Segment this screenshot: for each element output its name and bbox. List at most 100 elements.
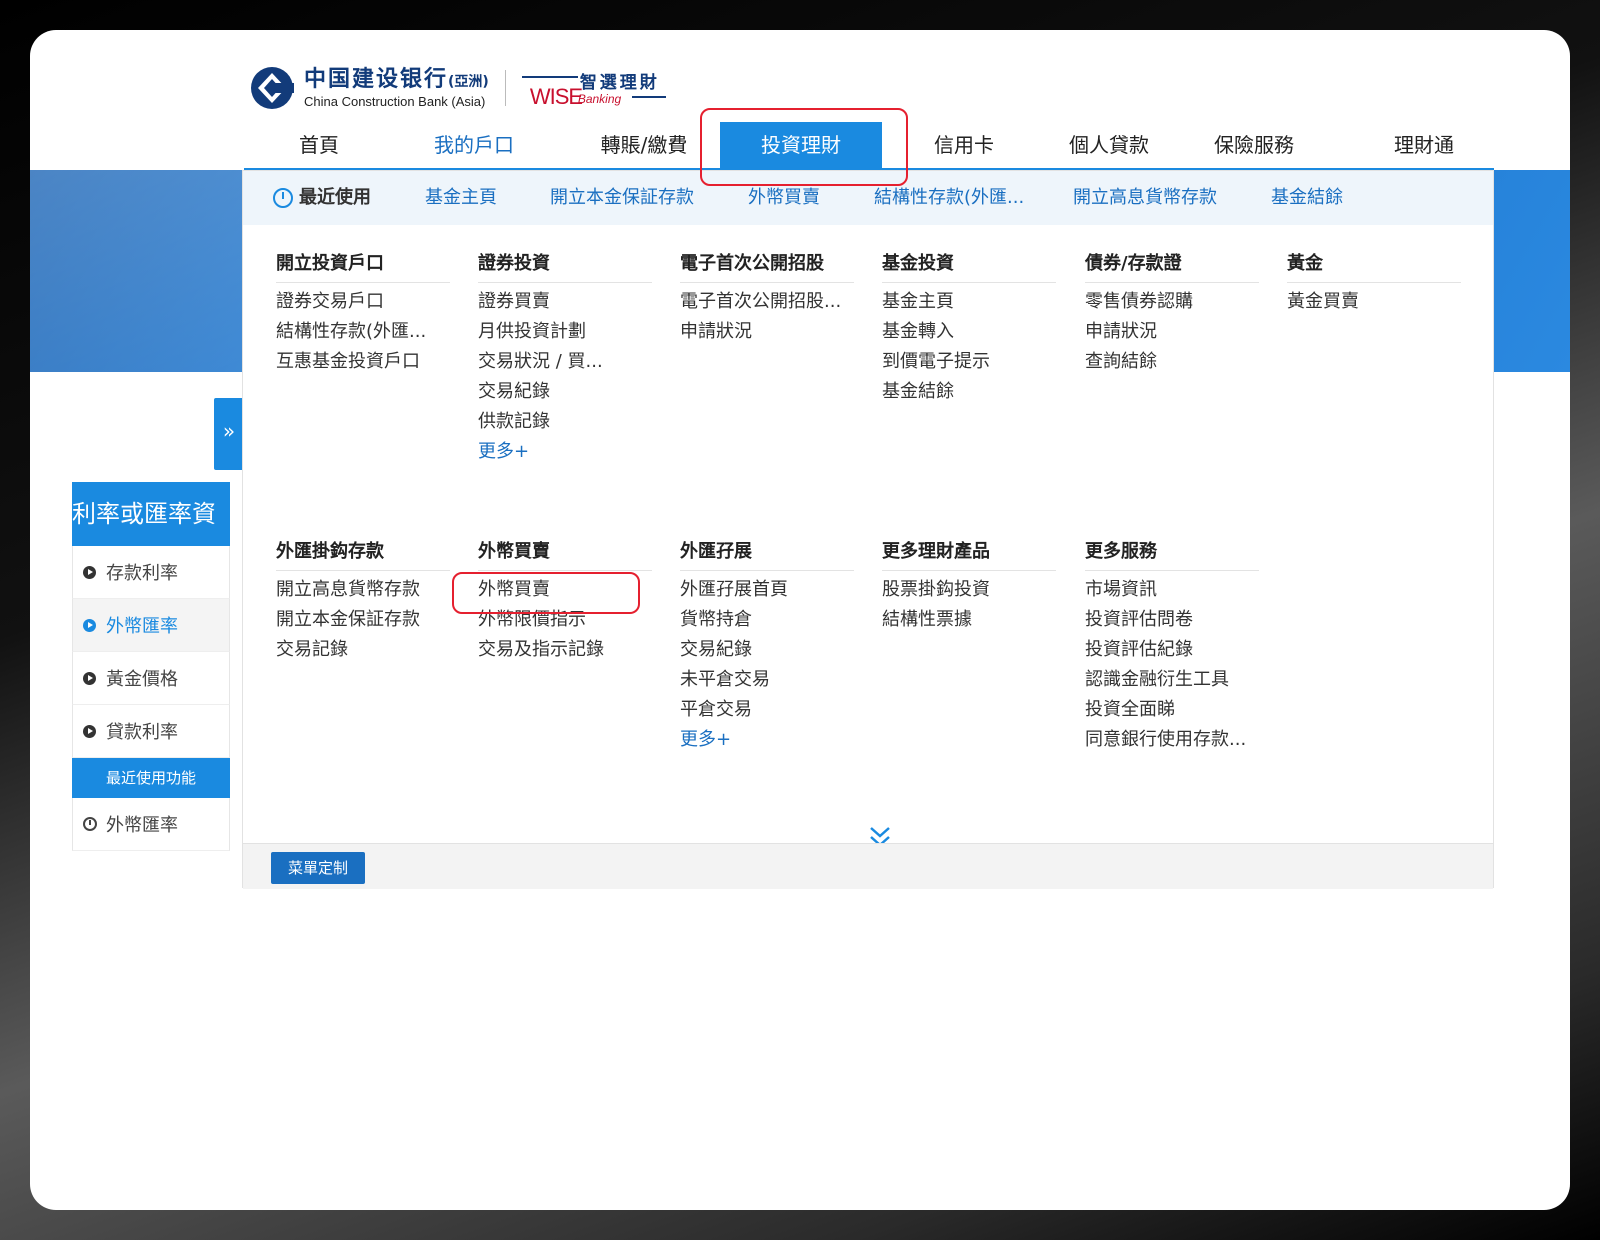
col-title: 開立投資戶口 — [276, 245, 450, 283]
menu-link[interactable]: 黃金買賣 — [1287, 287, 1461, 317]
menu-link[interactable]: 月供投資計劃 — [478, 317, 652, 347]
menu-link[interactable]: 申請狀況 — [1085, 317, 1259, 347]
recent-link[interactable]: 結構性存款(外匯... — [874, 171, 1024, 225]
menu-link[interactable]: 基金轉入 — [882, 317, 1056, 347]
menu-link[interactable]: 外幣限價指示 — [478, 605, 652, 635]
main-nav: 首頁 我的戶口 轉賬/繳費 投資理財 信用卡 個人貸款 保險服務 理財通 — [244, 122, 1514, 168]
sidebar-item-label: 外幣匯率 — [106, 616, 178, 637]
menu-col-fx-margin: 外匯孖展 外匯孖展首頁 貨幣持倉 交易紀錄 未平倉交易 平倉交易 更多+ — [680, 533, 854, 755]
sidebar-item-loan-rate[interactable]: 貸款利率 — [72, 705, 230, 758]
history-icon — [273, 188, 293, 208]
nav-wealth-connect[interactable]: 理財通 — [1369, 122, 1479, 168]
wise-word-text: WISE — [529, 84, 583, 109]
logo-divider — [504, 70, 506, 106]
menu-link[interactable]: 交易狀況 / 買... — [478, 347, 652, 377]
menu-link[interactable]: 投資評估問卷 — [1085, 605, 1259, 635]
sidebar-item-fx-rate[interactable]: 外幣匯率 — [72, 599, 230, 652]
wise-cn-text: 智選理財 — [579, 73, 660, 93]
nav-investment[interactable]: 投資理財 — [720, 122, 882, 168]
menu-link-fx-trading[interactable]: 外幣買賣 — [478, 575, 652, 605]
play-circle-icon — [83, 671, 96, 685]
menu-link[interactable]: 基金主頁 — [882, 287, 1056, 317]
menu-link[interactable]: 結構性票據 — [882, 605, 1056, 635]
col-title: 更多理財產品 — [882, 533, 1056, 571]
recent-link[interactable]: 外幣買賣 — [748, 171, 820, 225]
menu-col-funds: 基金投資 基金主頁 基金轉入 到價電子提示 基金結餘 — [882, 245, 1056, 407]
bank-logo[interactable]: 中国建设银行(亞洲) China Construction Bank (Asia… — [250, 60, 672, 116]
nav-transfer[interactable]: 轉賬/繳費 — [579, 122, 709, 168]
menu-col-bonds: 債券/存款證 零售債券認購 申請狀況 查詢結餘 — [1085, 245, 1259, 377]
menu-link[interactable]: 認識金融衍生工具 — [1085, 665, 1259, 695]
menu-col-gold: 黃金 黃金買賣 — [1287, 245, 1461, 317]
menu-link[interactable]: 電子首次公開招股... — [680, 287, 854, 317]
menu-col-fx-trading: 外幣買賣 外幣買賣 外幣限價指示 交易及指示記錄 — [478, 533, 652, 665]
menu-link[interactable]: 投資全面睇 — [1085, 695, 1259, 725]
wise-sub-text: Banking — [577, 92, 622, 106]
nav-home[interactable]: 首頁 — [264, 122, 374, 168]
recent-bar: 最近使用 基金主頁 開立本金保証存款 外幣買賣 結構性存款(外匯... 開立高息… — [243, 171, 1493, 225]
investment-mega-menu: 最近使用 基金主頁 開立本金保証存款 外幣買賣 結構性存款(外匯... 開立高息… — [242, 170, 1494, 889]
sidebar-recent-title: 最近使用功能 — [72, 758, 230, 798]
menu-link[interactable]: 證券買賣 — [478, 287, 652, 317]
browser-screen: 中国建设银行(亞洲) China Construction Bank (Asia… — [30, 30, 1570, 1210]
recent-link[interactable]: 基金結餘 — [1271, 171, 1343, 225]
menu-link[interactable]: 平倉交易 — [680, 695, 854, 725]
nav-personal-loan[interactable]: 個人貸款 — [1049, 122, 1169, 168]
more-link[interactable]: 更多+ — [478, 437, 652, 467]
menu-link[interactable]: 互惠基金投資戶口 — [276, 347, 450, 377]
sidebar-recent-fx-rate[interactable]: 外幣匯率 — [72, 798, 230, 851]
recent-title: 最近使用 — [299, 187, 371, 208]
recent-link[interactable]: 基金主頁 — [425, 171, 497, 225]
nav-my-account[interactable]: 我的戶口 — [419, 122, 529, 168]
menu-link[interactable]: 市場資訊 — [1085, 575, 1259, 605]
bank-name-en: China Construction Bank (Asia) — [304, 93, 486, 109]
menu-link[interactable]: 股票掛鈎投資 — [882, 575, 1056, 605]
col-title: 證券投資 — [478, 245, 652, 283]
menu-col-securities: 證券投資 證券買賣 月供投資計劃 交易狀況 / 買... 交易紀錄 供款記錄 更… — [478, 245, 652, 467]
menu-col-more-services: 更多服務 市場資訊 投資評估問卷 投資評估紀錄 認識金融衍生工具 投資全面睇 同… — [1085, 533, 1259, 755]
menu-link[interactable]: 交易紀錄 — [680, 635, 854, 665]
col-title: 更多服務 — [1085, 533, 1259, 571]
nav-insurance[interactable]: 保險服務 — [1194, 122, 1314, 168]
recent-link[interactable]: 開立本金保証存款 — [550, 171, 694, 225]
menu-link[interactable]: 同意銀行使用存款... — [1085, 725, 1259, 755]
customize-menu-button[interactable]: 菜單定制 — [271, 852, 365, 884]
menu-link[interactable]: 投資評估紀錄 — [1085, 635, 1259, 665]
more-link[interactable]: 更多+ — [680, 725, 854, 755]
menu-link[interactable]: 零售債券認購 — [1085, 287, 1259, 317]
menu-link[interactable]: 交易及指示記錄 — [478, 635, 652, 665]
expand-sidebar-button[interactable]: » — [214, 398, 244, 470]
menu-link[interactable]: 結構性存款(外匯... — [276, 317, 450, 347]
menu-link[interactable]: 到價電子提示 — [882, 347, 1056, 377]
menu-link[interactable]: 申請狀況 — [680, 317, 854, 347]
col-title: 債券/存款證 — [1085, 245, 1259, 283]
menu-link[interactable]: 查詢結餘 — [1085, 347, 1259, 377]
nav-credit-card[interactable]: 信用卡 — [914, 122, 1014, 168]
col-title: 外匯孖展 — [680, 533, 854, 571]
menu-link[interactable]: 證券交易戶口 — [276, 287, 450, 317]
bank-name-suffix: (亞洲) — [448, 73, 489, 90]
menu-col-more-products: 更多理財產品 股票掛鈎投資 結構性票據 — [882, 533, 1056, 635]
menu-link[interactable]: 開立高息貨幣存款 — [276, 575, 450, 605]
bank-name-cn: 中国建设银行 — [304, 66, 449, 92]
col-title: 基金投資 — [882, 245, 1056, 283]
sidebar-item-label: 存款利率 — [106, 563, 178, 584]
menu-link[interactable]: 基金結餘 — [882, 377, 1056, 407]
play-circle-icon — [83, 618, 96, 632]
sidebar-item-deposit-rate[interactable]: 存款利率 — [72, 546, 230, 599]
menu-link[interactable]: 供款記錄 — [478, 407, 652, 437]
menu-link[interactable]: 交易記錄 — [276, 635, 450, 665]
sidebar-item-label: 貸款利率 — [106, 722, 178, 743]
menu-link[interactable]: 貨幣持倉 — [680, 605, 854, 635]
play-circle-icon — [83, 565, 96, 579]
menu-link[interactable]: 交易紀錄 — [478, 377, 652, 407]
sidebar-header: 利率或匯率資 — [72, 482, 230, 546]
menu-link[interactable]: 未平倉交易 — [680, 665, 854, 695]
menu-link[interactable]: 開立本金保証存款 — [276, 605, 450, 635]
menu-col-open-account: 開立投資戶口 證券交易戶口 結構性存款(外匯... 互惠基金投資戶口 — [276, 245, 450, 377]
menu-link[interactable]: 外匯孖展首頁 — [680, 575, 854, 605]
menu-col-ipo: 電子首次公開招股 電子首次公開招股... 申請狀況 — [680, 245, 854, 347]
col-title: 外幣買賣 — [478, 533, 652, 571]
recent-link[interactable]: 開立高息貨幣存款 — [1073, 171, 1217, 225]
sidebar-item-gold-price[interactable]: 黃金價格 — [72, 652, 230, 705]
